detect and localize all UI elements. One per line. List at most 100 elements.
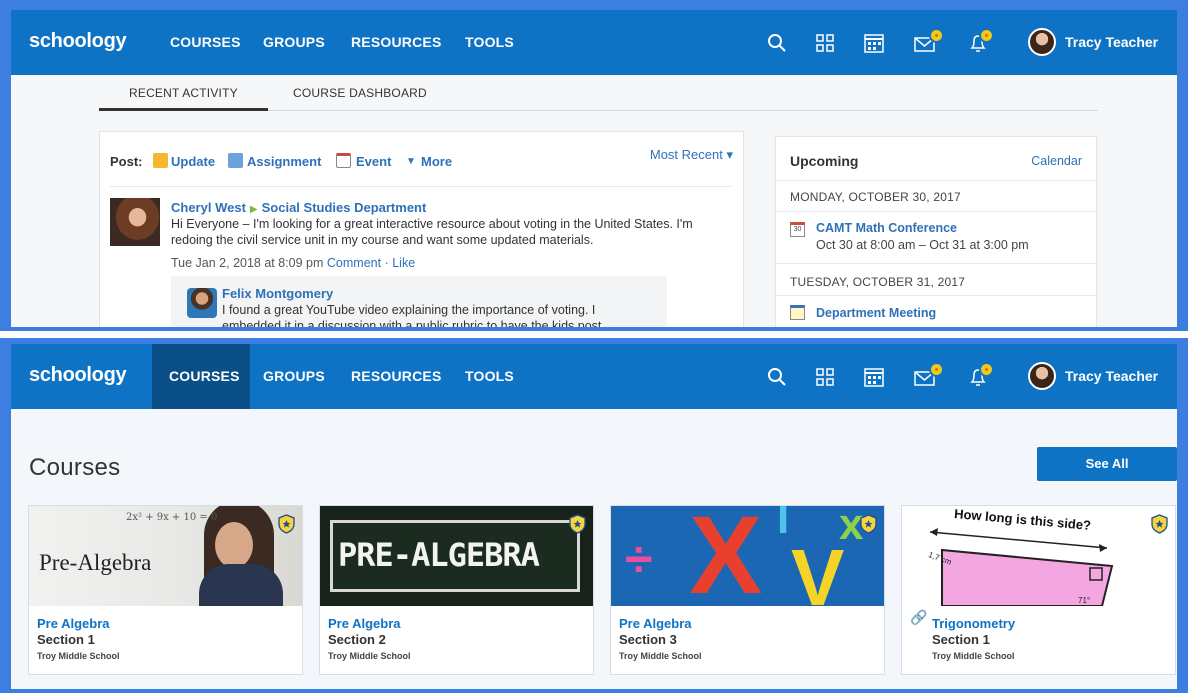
calendar-icon[interactable]: [863, 366, 885, 388]
upcoming-event-1[interactable]: CAMT Math Conference: [816, 221, 957, 235]
course-name[interactable]: Pre Algebra: [37, 616, 110, 631]
image-symbol-i: I: [777, 506, 790, 543]
meeting-event-icon: [790, 305, 805, 320]
search-icon[interactable]: [766, 32, 788, 54]
course-card-pre-algebra-3[interactable]: ÷ X I V x Pre Algebra Section 3 Troy Mid…: [610, 505, 885, 675]
verified-shield-icon: [860, 514, 877, 534]
post-target-arrow-icon: ▶: [249, 204, 258, 215]
grid-apps-icon[interactable]: [814, 32, 836, 54]
upcoming-divider: [776, 180, 1096, 181]
upcoming-title: Upcoming: [790, 153, 859, 169]
tab-course-dashboard[interactable]: COURSE DASHBOARD: [263, 75, 457, 111]
course-card-pre-algebra-1[interactable]: 2x² + 9x + 10 = 0 Pre-Algebra Pre Algebr…: [28, 505, 303, 675]
reply-author-avatar[interactable]: [187, 288, 217, 318]
courses-page: schoology COURSES GROUPS RESOURCES TOOLS: [11, 344, 1177, 689]
nav-resources[interactable]: RESOURCES: [334, 10, 458, 75]
course-school: Troy Middle School: [619, 651, 702, 661]
top-navbar: schoology COURSES GROUPS RESOURCES TOOLS: [11, 344, 1177, 409]
comment-link[interactable]: Comment: [327, 256, 381, 270]
course-image[interactable]: How long is this side? 1,7 cm 71°: [902, 506, 1175, 606]
mail-notification-badge: [929, 28, 944, 43]
event-icon[interactable]: [336, 153, 351, 168]
link-icon: 🔗: [910, 609, 928, 625]
course-image[interactable]: PRE-ALGEBRA: [320, 506, 593, 606]
upcoming-event-1-time: Oct 30 at 8:00 am – Oct 31 at 3:00 pm: [816, 238, 1029, 252]
courses-heading: Courses: [29, 454, 121, 481]
more-caret-icon[interactable]: ▼: [406, 156, 416, 167]
upcoming-divider: [776, 263, 1096, 264]
post-body: Hi Everyone – I'm looking for a great in…: [171, 217, 693, 247]
course-section: Section 2: [328, 632, 386, 647]
bell-notification-badge: [979, 362, 994, 377]
course-name[interactable]: Trigonometry: [932, 616, 1015, 631]
post-author-avatar[interactable]: [110, 198, 160, 246]
image-symbol-divide: ÷: [625, 531, 653, 587]
image-title: Pre-Algebra: [39, 550, 152, 575]
see-all-button[interactable]: See All: [1037, 447, 1177, 481]
image-formula: 2x² + 9x + 10 = 0: [126, 512, 218, 523]
calendar-link[interactable]: Calendar: [1031, 154, 1082, 168]
tab-recent-activity[interactable]: RECENT ACTIVITY: [99, 75, 268, 111]
image-symbol-v: V: [791, 533, 845, 606]
reply-comment: Felix Montgomery I found a great YouTube…: [171, 276, 667, 327]
search-icon[interactable]: [766, 366, 788, 388]
user-name[interactable]: Tracy Teacher: [1065, 10, 1158, 75]
top-navbar: schoology COURSES GROUPS RESOURCES TOOLS: [11, 10, 1177, 75]
post-timestamp: Tue Jan 2, 2018 at 8:09 pm: [171, 256, 324, 270]
reply-author-link[interactable]: Felix Montgomery: [222, 286, 333, 301]
bell-notification-badge: [979, 28, 994, 43]
like-link[interactable]: Like: [392, 256, 415, 270]
course-image[interactable]: 2x² + 9x + 10 = 0 Pre-Algebra: [29, 506, 302, 606]
post-author-link[interactable]: Cheryl West: [171, 200, 246, 215]
course-name[interactable]: Pre Algebra: [619, 616, 692, 631]
course-school: Troy Middle School: [37, 651, 120, 661]
nav-resources[interactable]: RESOURCES: [334, 344, 458, 409]
course-section: Section 1: [932, 632, 990, 647]
image-symbol-x: X: [689, 506, 763, 606]
nav-groups[interactable]: GROUPS: [246, 10, 342, 75]
user-avatar[interactable]: [1028, 28, 1056, 56]
update-icon[interactable]: [153, 153, 168, 168]
calendar-event-icon: 30: [790, 222, 805, 237]
user-avatar[interactable]: [1028, 362, 1056, 390]
assignment-icon[interactable]: [228, 153, 243, 168]
post-more-link[interactable]: More: [421, 154, 452, 169]
feed-divider: [110, 186, 731, 187]
nav-groups[interactable]: GROUPS: [246, 344, 342, 409]
upcoming-date-2: TUESDAY, OCTOBER 31, 2017: [790, 275, 966, 289]
schoology-logo[interactable]: schoology: [29, 364, 127, 387]
nav-tools[interactable]: TOOLS: [448, 344, 531, 409]
sort-dropdown[interactable]: Most Recent ▾: [650, 147, 733, 163]
reply-body: I found a great YouTube video explaining…: [222, 303, 602, 327]
course-section: Section 3: [619, 632, 677, 647]
course-school: Troy Middle School: [328, 651, 411, 661]
grid-apps-icon[interactable]: [814, 366, 836, 388]
post-target-link[interactable]: Social Studies Department: [262, 200, 427, 215]
verified-shield-icon: [278, 514, 295, 534]
course-card-pre-algebra-2[interactable]: PRE-ALGEBRA Pre Algebra Section 2 Troy M…: [319, 505, 594, 675]
schoology-logo[interactable]: schoology: [29, 30, 127, 53]
nav-tools[interactable]: TOOLS: [448, 10, 531, 75]
course-image[interactable]: ÷ X I V x: [611, 506, 884, 606]
upcoming-divider: [776, 211, 1096, 212]
user-name[interactable]: Tracy Teacher: [1065, 344, 1158, 409]
home-tabs: RECENT ACTIVITY COURSE DASHBOARD: [99, 75, 753, 111]
verified-shield-icon: [1151, 514, 1168, 534]
student-shirt: [199, 564, 283, 606]
post-update-link[interactable]: Update: [171, 154, 215, 169]
calendar-icon[interactable]: [863, 32, 885, 54]
mail-notification-badge: [929, 362, 944, 377]
post-event-link[interactable]: Event: [356, 154, 391, 169]
upcoming-event-2[interactable]: Department Meeting: [816, 306, 936, 320]
course-name[interactable]: Pre Algebra: [328, 616, 401, 631]
upcoming-panel: Upcoming Calendar MONDAY, OCTOBER 30, 20…: [775, 136, 1097, 327]
post-label: Post:: [110, 154, 143, 169]
post-assignment-link[interactable]: Assignment: [247, 154, 321, 169]
image-label-angle: 71°: [1078, 596, 1091, 605]
upcoming-divider: [776, 295, 1096, 296]
image-title: PRE-ALGEBRA: [338, 536, 540, 574]
meta-separator: ·: [384, 256, 389, 270]
nav-courses[interactable]: COURSES: [152, 344, 250, 409]
course-card-trigonometry-1[interactable]: How long is this side? 1,7 cm 71° 🔗 Trig…: [901, 505, 1176, 675]
nav-courses[interactable]: COURSES: [153, 10, 258, 75]
